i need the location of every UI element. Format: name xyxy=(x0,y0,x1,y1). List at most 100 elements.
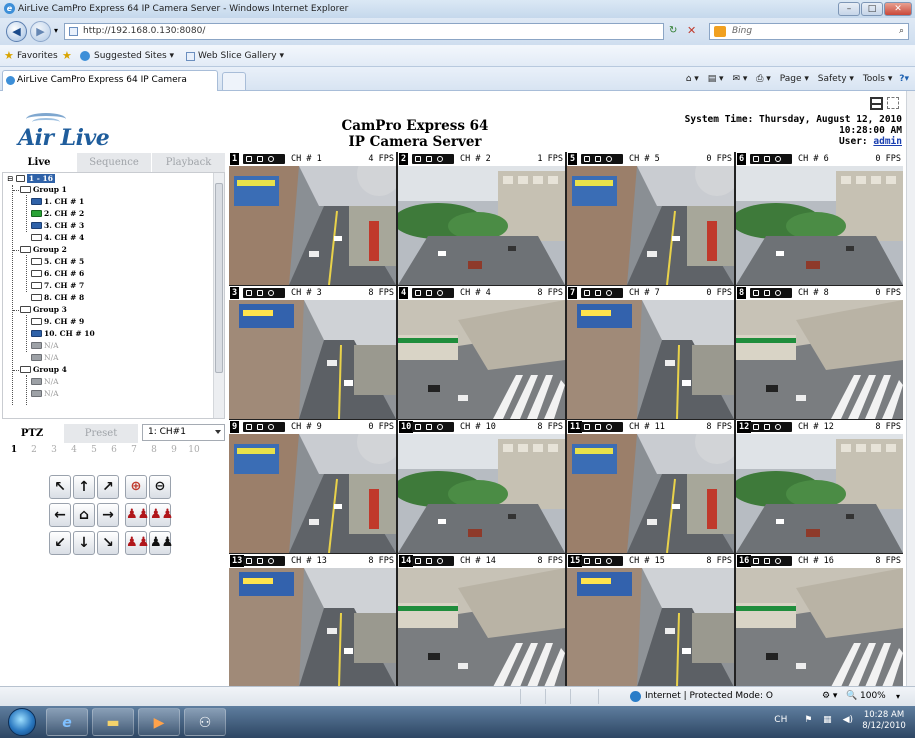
record-icon[interactable] xyxy=(595,290,601,296)
favorites-button[interactable]: Favorites xyxy=(17,45,58,67)
minimize-button[interactable]: – xyxy=(838,2,860,16)
volume-icon[interactable]: ◀) xyxy=(843,715,853,725)
pan-up-right-icon[interactable]: ↗ xyxy=(97,475,119,499)
snapshot-icon[interactable] xyxy=(246,290,252,296)
audio-icon[interactable] xyxy=(268,424,274,430)
audio-icon[interactable] xyxy=(775,290,781,296)
iris-open-icon[interactable]: ♟♟ xyxy=(125,531,149,555)
channel-item-1[interactable]: 1. CH # 1 xyxy=(31,197,84,207)
page-menu[interactable]: Page ▾ xyxy=(780,74,809,84)
channel-item-8[interactable]: 8. CH # 8 xyxy=(31,293,84,303)
snapshot-icon[interactable] xyxy=(753,290,759,296)
focus-near-icon[interactable]: ♟♟ xyxy=(125,503,149,527)
record-icon[interactable] xyxy=(595,558,601,564)
channel-item-2[interactable]: 2. CH # 2 xyxy=(31,209,84,219)
pan-left-icon[interactable]: ← xyxy=(49,503,71,527)
ie-taskbar-icon[interactable]: e xyxy=(46,708,88,736)
record-icon[interactable] xyxy=(426,558,432,564)
pan-down-right-icon[interactable]: ↘ xyxy=(97,531,119,555)
network-icon[interactable]: ▦ xyxy=(823,715,832,725)
pan-up-left-icon[interactable]: ↖ xyxy=(49,475,71,499)
snapshot-icon[interactable] xyxy=(246,424,252,430)
pan-right-icon[interactable]: → xyxy=(97,503,119,527)
record-icon[interactable] xyxy=(764,558,770,564)
camera-tile[interactable]: 15 CH # 15 8 FPS xyxy=(567,554,734,687)
suggested-sites-link[interactable]: Suggested Sites ▾ xyxy=(94,45,174,67)
camera-tile[interactable]: 13 CH # 13 8 FPS xyxy=(229,554,396,687)
ptz-channel-select[interactable]: 1: CH#1 xyxy=(142,424,225,441)
camera-tile[interactable]: 2 CH # 2 1 FPS xyxy=(398,152,565,285)
pan-down-left-icon[interactable]: ↙ xyxy=(49,531,71,555)
channel-item-9[interactable]: 9. CH # 9 xyxy=(31,317,84,327)
record-icon[interactable] xyxy=(257,290,263,296)
channel-item-5[interactable]: 5. CH # 5 xyxy=(31,257,84,267)
page-scrollbar[interactable] xyxy=(906,91,915,686)
record-icon[interactable] xyxy=(426,424,432,430)
record-icon[interactable] xyxy=(257,424,263,430)
safety-menu[interactable]: Safety ▾ xyxy=(818,74,854,84)
channel-item-na[interactable]: N/A xyxy=(31,389,59,399)
protected-mode-icon[interactable]: ⚙ ▾ xyxy=(822,687,837,706)
refresh-icon[interactable]: ↻ xyxy=(669,25,677,36)
snapshot-icon[interactable] xyxy=(246,558,252,564)
media-player-taskbar-icon[interactable]: ▶ xyxy=(138,708,180,736)
record-icon[interactable] xyxy=(257,156,263,162)
record-icon[interactable] xyxy=(426,156,432,162)
channel-item-10[interactable]: 10. CH # 10 xyxy=(31,329,95,339)
tree-scroll-thumb[interactable] xyxy=(215,183,223,373)
snapshot-icon[interactable] xyxy=(415,558,421,564)
audio-icon[interactable] xyxy=(268,558,274,564)
back-button[interactable]: ◀ xyxy=(6,21,27,42)
preset-1[interactable]: 1 xyxy=(4,443,24,457)
channel-item-4[interactable]: 4. CH # 4 xyxy=(31,233,84,243)
tab-playback[interactable]: Playback xyxy=(152,153,225,172)
camera-tile[interactable]: 4 CH # 4 8 FPS xyxy=(398,286,565,419)
audio-icon[interactable] xyxy=(437,156,443,162)
tab-live[interactable]: Live xyxy=(2,153,76,172)
audio-icon[interactable] xyxy=(775,424,781,430)
print-icon[interactable]: ⎙ ▾ xyxy=(756,74,771,84)
audio-icon[interactable] xyxy=(606,156,612,162)
snapshot-icon[interactable] xyxy=(584,290,590,296)
camera-tile[interactable]: 8 CH # 8 0 FPS xyxy=(736,286,903,419)
tree-group-3[interactable]: Group 3 xyxy=(20,305,67,315)
single-view-icon[interactable] xyxy=(870,97,883,110)
search-icon[interactable]: ⌕ xyxy=(899,24,904,39)
audio-icon[interactable] xyxy=(606,558,612,564)
camera-video-feed[interactable] xyxy=(567,568,734,687)
preset-4[interactable]: 4 xyxy=(64,443,84,457)
camera-tile[interactable]: 12 CH # 12 8 FPS xyxy=(736,420,903,553)
collapse-icon[interactable]: ⊟ xyxy=(7,174,13,183)
channel-item-na[interactable]: N/A xyxy=(31,377,59,387)
help-icon[interactable]: ?▾ xyxy=(899,74,909,84)
add-favorite-icon[interactable]: ★ xyxy=(62,45,72,67)
camera-video-feed[interactable] xyxy=(567,300,734,419)
camera-video-feed[interactable] xyxy=(567,166,734,285)
camera-video-feed[interactable] xyxy=(398,166,565,285)
web-slice-gallery-link[interactable]: Web Slice Gallery ▾ xyxy=(198,45,284,67)
record-icon[interactable] xyxy=(595,424,601,430)
tree-root[interactable]: ⊟ 1 - 16 xyxy=(7,174,55,184)
explorer-taskbar-icon[interactable]: ▬ xyxy=(92,708,134,736)
camera-video-feed[interactable] xyxy=(736,300,903,419)
record-icon[interactable] xyxy=(764,156,770,162)
tab-ptz[interactable]: PTZ xyxy=(2,424,62,443)
zoom-out-icon[interactable]: ⊖ xyxy=(149,475,171,499)
tree-scrollbar[interactable] xyxy=(213,173,224,418)
channel-item-na[interactable]: N/A xyxy=(31,341,59,351)
camera-video-feed[interactable] xyxy=(398,300,565,419)
preset-5[interactable]: 5 xyxy=(84,443,104,457)
preset-8[interactable]: 8 xyxy=(144,443,164,457)
snapshot-icon[interactable] xyxy=(415,424,421,430)
new-tab-button[interactable] xyxy=(222,72,246,90)
camera-video-feed[interactable] xyxy=(398,568,565,687)
zoom-level[interactable]: 100% xyxy=(860,687,886,706)
preset-9[interactable]: 9 xyxy=(164,443,184,457)
start-button[interactable] xyxy=(8,708,36,736)
security-zone-text[interactable]: Internet | Protected Mode: O xyxy=(645,687,773,706)
snapshot-icon[interactable] xyxy=(246,156,252,162)
channel-item-7[interactable]: 7. CH # 7 xyxy=(31,281,84,291)
camera-tile[interactable]: 6 CH # 6 0 FPS xyxy=(736,152,903,285)
channel-item-na[interactable]: N/A xyxy=(31,353,59,363)
fullscreen-icon[interactable] xyxy=(887,97,899,109)
